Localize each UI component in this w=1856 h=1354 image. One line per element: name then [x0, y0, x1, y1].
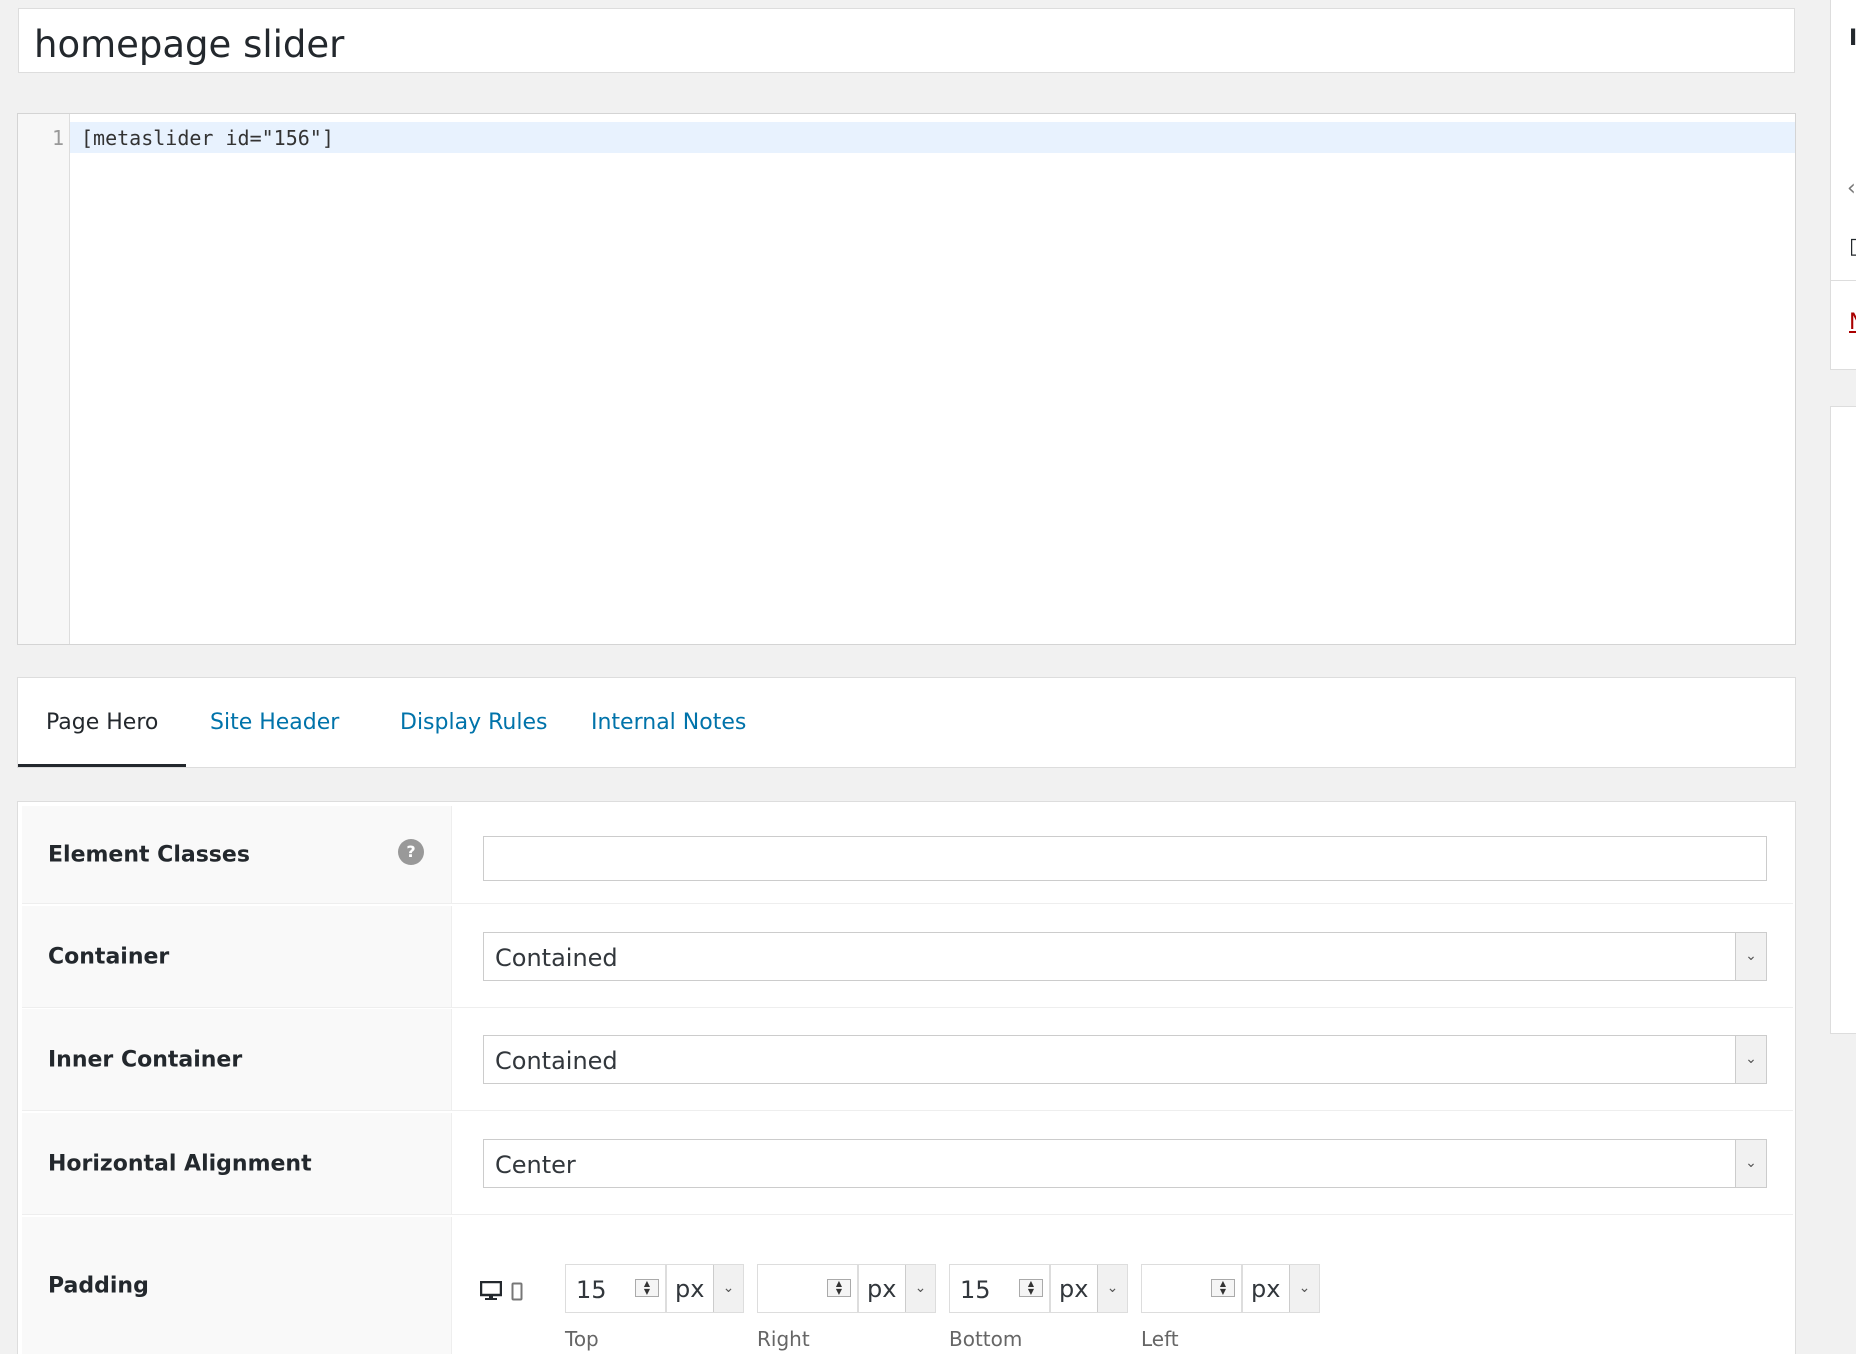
settings-table: Element Classes ? Container Contained ⌄ … — [17, 801, 1796, 1354]
sidebar-trash-link[interactable]: N — [1849, 310, 1856, 335]
chevron-down-icon: ⌄ — [1097, 1265, 1127, 1312]
padding-label: Padding — [48, 1273, 149, 1299]
padding-left-label: Left — [1141, 1327, 1179, 1351]
chevron-down-icon: ⌄ — [905, 1265, 935, 1312]
code-line[interactable]: [metaslider id="156"] — [81, 126, 334, 150]
sidebar-title-fragment: I — [1849, 26, 1856, 51]
padding-left-unit[interactable]: px ⌄ — [1242, 1264, 1320, 1313]
line-gutter — [18, 114, 70, 644]
padding-right-label: Right — [757, 1327, 810, 1351]
padding-left-input[interactable]: ▲ ▼ — [1141, 1264, 1242, 1313]
padding-top-input[interactable]: 15 ▲ ▼ — [565, 1264, 666, 1313]
chevron-down-icon: ⌄ — [1289, 1265, 1319, 1312]
sidebar-divider — [1831, 280, 1856, 281]
code-editor[interactable]: 1 [metaslider id="156"] — [17, 113, 1796, 645]
line-number: 1 — [51, 126, 64, 150]
chevron-down-icon: ⌄ — [1735, 933, 1766, 980]
editor-screen: homepage slider 1 [metaslider id="156"] … — [0, 0, 1856, 1354]
title-text: homepage slider — [34, 23, 345, 66]
desktop-icon[interactable] — [479, 1280, 503, 1305]
row-horizontal-alignment: Horizontal Alignment Center ⌄ — [22, 1113, 1793, 1215]
sidebar-publish-box: I ‹ □ N — [1830, 0, 1856, 370]
settings-tabs: Page Hero Site Header Display Rules Inte… — [17, 677, 1796, 768]
padding-bottom-label: Bottom — [949, 1327, 1023, 1351]
tab-internal-notes[interactable]: Internal Notes — [563, 678, 774, 767]
chevron-down-icon: ⌄ — [1735, 1140, 1766, 1187]
container-label: Container — [48, 944, 170, 969]
chevron-left-icon[interactable]: ‹ — [1847, 176, 1856, 201]
chevron-down-icon: ⌄ — [713, 1265, 743, 1312]
element-classes-input[interactable] — [483, 836, 1767, 881]
horizontal-alignment-value: Center — [495, 1151, 576, 1179]
spinner-icon[interactable]: ▲ ▼ — [827, 1279, 851, 1297]
spinner-icon[interactable]: ▲ ▼ — [635, 1279, 659, 1297]
tab-page-hero[interactable]: Page Hero — [18, 678, 187, 767]
row-padding: Padding 15 ▲ ▼ px ⌄ Top ▲ ▼ px ⌄ Right 1… — [22, 1217, 1793, 1354]
row-inner-container: Inner Container Contained ⌄ — [22, 1009, 1793, 1111]
sidebar-settings-box — [1830, 406, 1856, 1034]
row-element-classes: Element Classes ? — [22, 806, 1793, 904]
calendar-icon: □ — [1849, 234, 1856, 259]
container-value: Contained — [495, 944, 618, 972]
container-select[interactable]: Contained ⌄ — [483, 932, 1767, 981]
padding-bottom-input[interactable]: 15 ▲ ▼ — [949, 1264, 1050, 1313]
title-input[interactable]: homepage slider — [18, 8, 1795, 73]
chevron-down-icon: ⌄ — [1735, 1036, 1766, 1083]
padding-right-unit[interactable]: px ⌄ — [858, 1264, 936, 1313]
inner-container-select[interactable]: Contained ⌄ — [483, 1035, 1767, 1084]
mobile-icon[interactable] — [511, 1282, 523, 1305]
inner-container-label: Inner Container — [48, 1047, 243, 1072]
element-classes-label: Element Classes — [48, 842, 250, 867]
padding-top-label: Top — [565, 1327, 599, 1351]
horizontal-alignment-label: Horizontal Alignment — [48, 1151, 312, 1176]
spinner-icon[interactable]: ▲ ▼ — [1211, 1279, 1235, 1297]
horizontal-alignment-select[interactable]: Center ⌄ — [483, 1139, 1767, 1188]
inner-container-value: Contained — [495, 1047, 618, 1075]
padding-bottom-unit[interactable]: px ⌄ — [1050, 1264, 1128, 1313]
row-container: Container Contained ⌄ — [22, 906, 1793, 1008]
padding-right-input[interactable]: ▲ ▼ — [757, 1264, 858, 1313]
tab-site-header[interactable]: Site Header — [182, 678, 367, 767]
help-icon[interactable]: ? — [398, 839, 424, 865]
padding-top-unit[interactable]: px ⌄ — [666, 1264, 744, 1313]
tab-display-rules[interactable]: Display Rules — [372, 678, 575, 767]
spinner-icon[interactable]: ▲ ▼ — [1019, 1279, 1043, 1297]
